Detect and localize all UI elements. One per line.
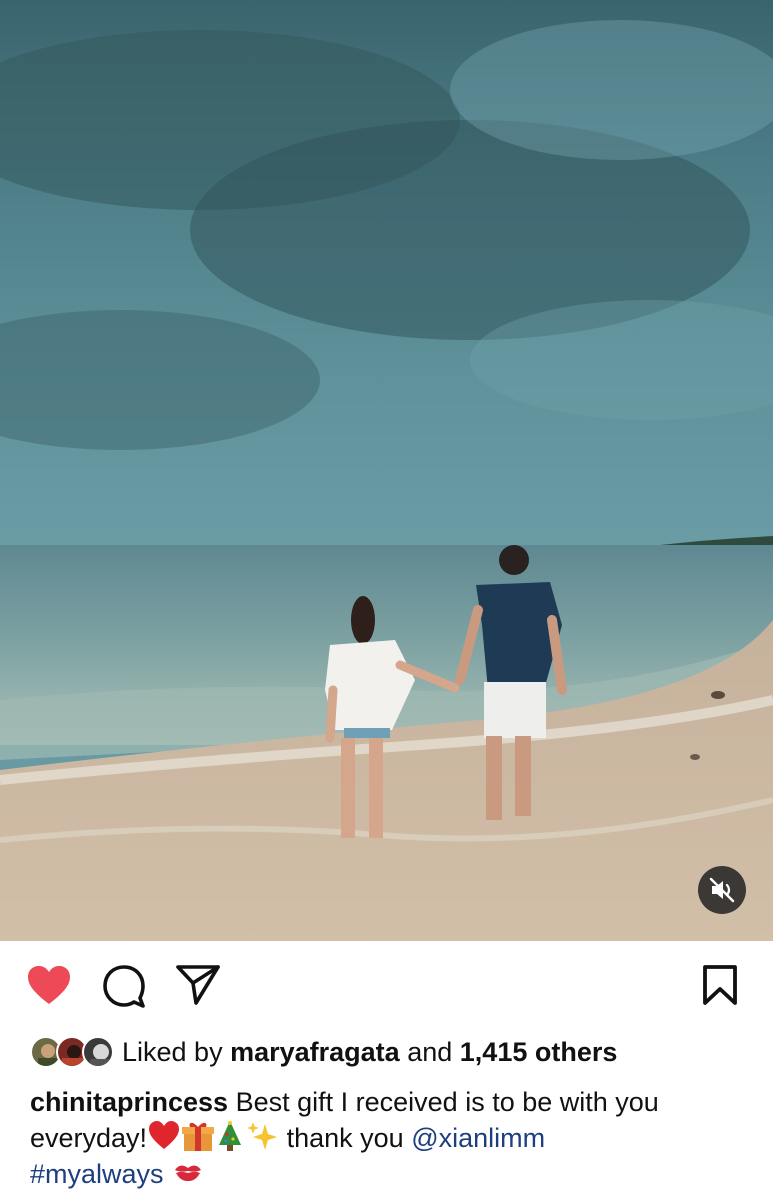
like-button[interactable] [26,964,72,1011]
caption-hashtag-link[interactable]: #myalways [30,1159,164,1189]
save-button[interactable] [702,964,738,1011]
liker-avatars[interactable] [30,1035,114,1069]
caption-mention-link[interactable]: @xianlimm [411,1123,545,1153]
speaker-muted-icon [709,877,735,903]
caption-thanks: thank you [286,1123,404,1153]
red-heart-emoji [149,1121,180,1149]
beach-photo [0,0,773,941]
gift-emoji [182,1122,215,1151]
christmas-tree-emoji [219,1121,242,1151]
post-video[interactable] [0,0,773,941]
bookmark-icon [703,965,737,1005]
sparkles-emoji [247,1122,278,1150]
comment-bubble-icon [103,965,145,1008]
mute-toggle-button[interactable] [698,866,746,914]
kiss-mark-emoji [175,1165,202,1181]
comment-button[interactable] [102,964,146,1013]
likes-text: Liked by maryafragata and 1,415 others [122,1034,617,1070]
likes-connector: and [407,1037,453,1067]
likes-others-count[interactable]: 1,415 others [460,1037,618,1067]
heart-filled-icon [28,966,70,1004]
share-button[interactable] [176,964,220,1011]
caption-username[interactable]: chinitaprincess [30,1087,228,1117]
avatar[interactable] [82,1036,114,1068]
paper-plane-icon [176,965,220,1005]
liker-username[interactable]: maryafragata [230,1037,400,1067]
post-caption: chinitaprincess Best gift I received is … [30,1084,745,1192]
likes-prefix: Liked by [122,1037,223,1067]
likes-summary[interactable]: Liked by maryafragata and 1,415 others [30,1034,617,1070]
